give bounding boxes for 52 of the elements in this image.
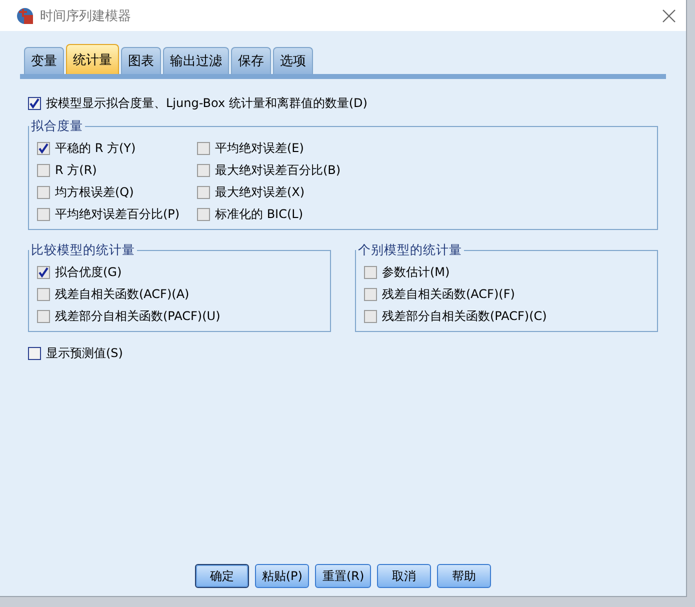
tab[interactable]: 图表 (121, 47, 161, 74)
checkbox-option[interactable]: 按模型显示拟合度量、Ljung-Box 统计量和离群值的数量(D) (28, 92, 658, 114)
group-title: 比较模型的统计量 (30, 242, 136, 259)
dialog-button[interactable]: 确定 (194, 564, 249, 588)
checkbox-option[interactable]: 均方根误差(Q) (37, 181, 187, 203)
tab[interactable]: 选项 (273, 47, 313, 74)
checkbox[interactable] (37, 164, 50, 176)
checkbox[interactable] (37, 208, 50, 220)
checkbox[interactable] (37, 310, 50, 322)
checkbox[interactable] (197, 164, 210, 176)
checkbox[interactable] (37, 186, 50, 198)
checkbox[interactable] (28, 346, 41, 360)
checkbox[interactable] (364, 288, 377, 300)
checkbox-option[interactable]: 平稳的 R 方(Y) (37, 137, 187, 159)
checkbox-option[interactable]: 平均绝对误差(E) (197, 137, 347, 159)
checkbox[interactable] (197, 208, 210, 220)
close-icon[interactable] (662, 8, 676, 22)
dialog-button[interactable]: 取消 (377, 564, 432, 588)
checkbox[interactable] (197, 142, 210, 154)
checkbox-option[interactable]: 平均绝对误差百分比(P) (37, 203, 187, 225)
checkbox[interactable] (197, 186, 210, 198)
group-title: 拟合度量 (30, 118, 84, 135)
dialog-button[interactable]: 帮助 (437, 564, 492, 588)
checkbox[interactable] (364, 310, 377, 322)
tab[interactable]: 输出过滤 (163, 47, 229, 74)
tab[interactable]: 保存 (231, 47, 271, 74)
checkbox-option[interactable]: 残差自相关函数(ACF)(A) (37, 283, 322, 305)
checkbox-option[interactable]: 标准化的 BIC(L) (197, 203, 347, 225)
window-title: 时间序列建模器 (40, 8, 132, 24)
checkbox[interactable] (37, 142, 50, 154)
checkbox-option[interactable]: 最大绝对误差百分比(B) (197, 159, 347, 181)
checkmark-icon (38, 142, 49, 154)
checkbox-option[interactable]: 最大绝对误差(X) (197, 181, 347, 203)
checkbox[interactable] (37, 266, 50, 278)
dialog-button[interactable]: 重置(R) (315, 564, 372, 588)
checkbox-option[interactable]: 残差部分自相关函数(PACF)(C) (364, 305, 649, 327)
group-title: 个别模型的统计量 (357, 242, 463, 259)
tab[interactable]: 变量 (24, 47, 64, 74)
checkbox-option[interactable]: R 方(R) (37, 159, 187, 181)
checkbox[interactable] (37, 288, 50, 300)
checkbox[interactable] (28, 96, 41, 110)
checkbox-option[interactable]: 参数估计(M) (364, 261, 649, 283)
checkbox-option[interactable]: 残差自相关函数(ACF)(F) (364, 283, 649, 305)
tab[interactable]: 统计量 (66, 44, 119, 74)
app-icon (16, 6, 34, 24)
checkmark-icon (38, 266, 49, 278)
checkbox-option[interactable]: 残差部分自相关函数(PACF)(U) (37, 305, 322, 327)
checkbox-option[interactable]: 拟合优度(G) (37, 261, 322, 283)
dialog-button[interactable]: 粘贴(P) (254, 564, 310, 588)
checkbox[interactable] (364, 266, 377, 278)
checkmark-icon (29, 98, 40, 108)
checkbox-option[interactable]: 显示预测值(S) (28, 342, 658, 364)
